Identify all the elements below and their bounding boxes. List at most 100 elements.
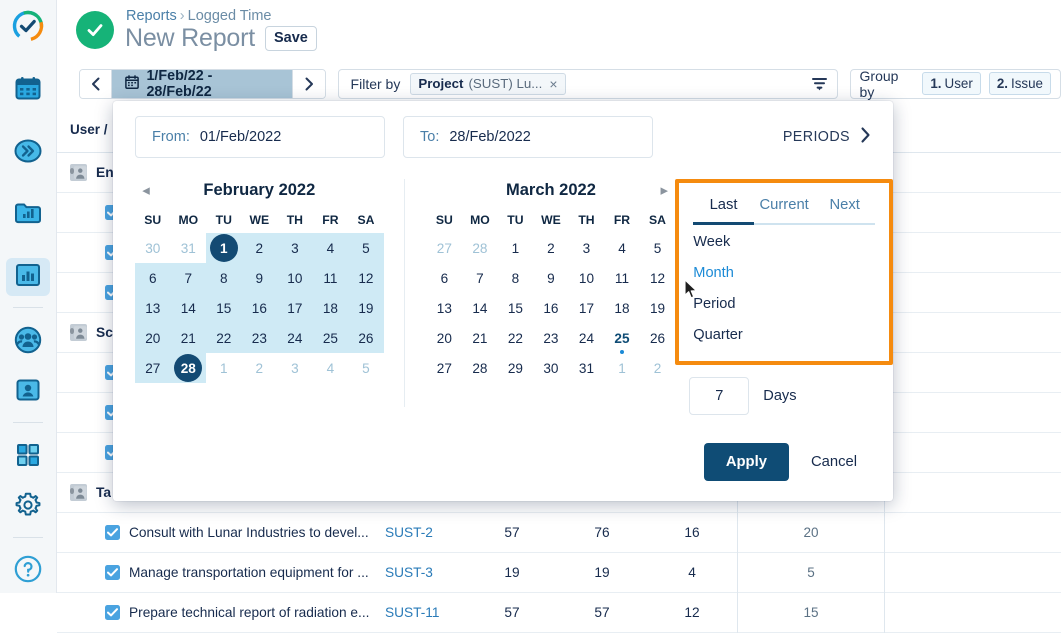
calendar-day[interactable]: 5	[644, 234, 672, 262]
calendar-day[interactable]: 3	[281, 234, 309, 262]
calendar-day[interactable]: 5	[352, 234, 380, 262]
from-date-field[interactable]: From: 01/Feb/2022	[135, 116, 385, 158]
period-tab-last[interactable]: Last	[693, 189, 754, 223]
group-by-user-button[interactable]: 1.User	[922, 72, 980, 95]
calendar-day[interactable]: 1	[501, 234, 529, 262]
cancel-button[interactable]: Cancel	[803, 443, 865, 481]
sidebar-item-teams[interactable]	[6, 323, 50, 361]
calendar-day[interactable]: 17	[281, 294, 309, 322]
calendar-day[interactable]: 11	[316, 264, 344, 292]
calendar-day[interactable]: 8	[501, 264, 529, 292]
calendar-day[interactable]: 9	[537, 264, 565, 292]
calendar-day[interactable]: 23	[537, 324, 565, 352]
period-option-month[interactable]: Month	[693, 256, 875, 287]
calendar-day[interactable]: 31	[572, 354, 600, 382]
caret-right-icon[interactable]: ▸	[653, 181, 675, 199]
period-tab-next[interactable]: Next	[814, 189, 875, 223]
calendar-day[interactable]: 26	[644, 324, 672, 352]
calendar-day[interactable]: 4	[316, 354, 344, 382]
date-range-prev-button[interactable]	[80, 70, 112, 98]
calendar-day[interactable]: 30	[139, 234, 167, 262]
period-tab-current[interactable]: Current	[754, 189, 815, 223]
calendar-day[interactable]: 11	[608, 264, 636, 292]
date-range-next-button[interactable]	[292, 70, 324, 98]
save-button[interactable]: Save	[265, 26, 317, 51]
calendar-day[interactable]: 27	[430, 234, 458, 262]
period-option-quarter[interactable]: Quarter	[693, 318, 875, 349]
calendar-day[interactable]: 8	[210, 264, 238, 292]
calendar-day[interactable]: 24	[281, 324, 309, 352]
caret-left-icon[interactable]: ◂	[135, 181, 157, 199]
calendar-day[interactable]: 2	[644, 354, 672, 382]
calendar-day[interactable]: 30	[537, 354, 565, 382]
issue-key[interactable]: SUST-3	[377, 565, 467, 580]
filter-chip-project[interactable]: Project (SUST) Lu... ×	[410, 73, 565, 95]
calendar-day[interactable]: 16	[537, 294, 565, 322]
issue-key[interactable]: SUST-11	[377, 605, 467, 620]
period-option-week[interactable]: Week	[693, 225, 875, 256]
calendar-day[interactable]: 20	[430, 324, 458, 352]
calendar-day[interactable]: 13	[139, 294, 167, 322]
row-checkbox[interactable]	[105, 605, 120, 620]
close-icon[interactable]: ×	[549, 76, 557, 92]
calendar-day[interactable]: 24	[572, 324, 600, 352]
to-date-field[interactable]: To: 28/Feb/2022	[403, 116, 653, 158]
calendar-day[interactable]: 2	[245, 234, 273, 262]
sidebar-item-help[interactable]	[6, 553, 50, 591]
calendar-day[interactable]: 12	[352, 264, 380, 292]
table-row[interactable]: Prepare technical report of radiation e.…	[57, 593, 1061, 633]
calendar-day[interactable]: 17	[572, 294, 600, 322]
calendar-day[interactable]: 3	[572, 234, 600, 262]
calendar-day[interactable]: 1	[210, 354, 238, 382]
calendar-day[interactable]: 4	[608, 234, 636, 262]
date-range-button[interactable]: 1/Feb/22 - 28/Feb/22	[112, 70, 292, 98]
issue-key[interactable]: SUST-2	[377, 525, 467, 540]
group-by-issue-button[interactable]: 2.Issue	[989, 72, 1051, 95]
row-checkbox[interactable]	[105, 565, 120, 580]
calendar-day[interactable]: 12	[644, 264, 672, 292]
sidebar-item-logo[interactable]	[6, 9, 50, 48]
calendar-day[interactable]: 28	[466, 234, 494, 262]
sidebar-item-settings[interactable]	[6, 488, 50, 526]
calendar-day[interactable]: 13	[430, 294, 458, 322]
apply-button[interactable]: Apply	[704, 443, 789, 481]
calendar-day[interactable]: 29	[501, 354, 529, 382]
breadcrumb-reports-link[interactable]: Reports	[126, 8, 177, 24]
calendar-day[interactable]: 22	[501, 324, 529, 352]
calendar-day[interactable]: 15	[501, 294, 529, 322]
calendar-day[interactable]: 18	[316, 294, 344, 322]
calendar-day[interactable]: 2	[537, 234, 565, 262]
calendar-day[interactable]: 27	[430, 354, 458, 382]
days-input[interactable]: 7	[689, 377, 749, 415]
sidebar-item-timesheet[interactable]	[6, 134, 50, 172]
sidebar-item-users[interactable]	[6, 373, 50, 411]
calendar-day[interactable]: 28	[466, 354, 494, 382]
calendar-day[interactable]: 2	[245, 354, 273, 382]
calendar-day[interactable]: 19	[644, 294, 672, 322]
calendar-day[interactable]: 15	[210, 294, 238, 322]
calendar-day[interactable]: 23	[245, 324, 273, 352]
row-checkbox[interactable]	[105, 525, 120, 540]
calendar-day[interactable]: 14	[174, 294, 202, 322]
calendar-day[interactable]: 21	[466, 324, 494, 352]
calendar-day[interactable]: 10	[572, 264, 600, 292]
calendar-day[interactable]: 25	[608, 324, 636, 352]
calendar-day[interactable]: 25	[316, 324, 344, 352]
sidebar-item-calendar[interactable]	[6, 72, 50, 110]
calendar-day[interactable]: 18	[608, 294, 636, 322]
filter-funnel-icon[interactable]	[812, 77, 827, 91]
calendar-day[interactable]: 26	[352, 324, 380, 352]
calendar-day[interactable]: 27	[139, 354, 167, 382]
table-row[interactable]: Manage transportation equipment for ...S…	[57, 553, 1061, 593]
calendar-day[interactable]: 14	[466, 294, 494, 322]
calendar-day[interactable]: 6	[139, 264, 167, 292]
calendar-day[interactable]: 16	[245, 294, 273, 322]
sidebar-item-folder-reports[interactable]	[6, 196, 50, 234]
calendar-day[interactable]: 20	[139, 324, 167, 352]
calendar-day[interactable]: 22	[210, 324, 238, 352]
calendar-day[interactable]: 7	[174, 264, 202, 292]
table-row[interactable]: Consult with Lunar Industries to devel..…	[57, 513, 1061, 553]
calendar-day[interactable]: 3	[281, 354, 309, 382]
calendar-day[interactable]: 4	[316, 234, 344, 262]
calendar-day[interactable]: 1	[210, 234, 238, 262]
